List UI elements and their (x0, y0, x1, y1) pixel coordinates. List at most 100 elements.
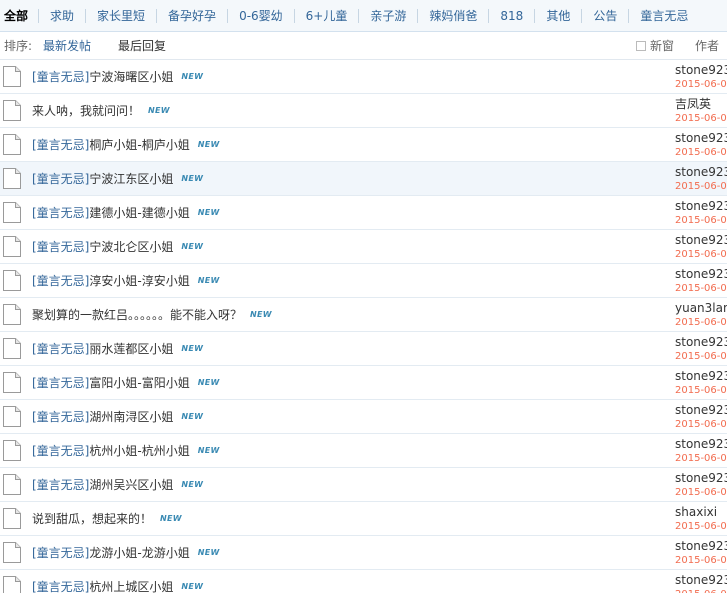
thread-subject-link[interactable]: 湖州吴兴区小姐 (89, 478, 173, 492)
tab-3[interactable]: 备孕好孕 (156, 8, 227, 23)
thread-date: 2015-06-09 (675, 317, 727, 328)
thread-category-link[interactable]: [童言无忌] (32, 342, 89, 356)
thread-subject-link[interactable]: 桐庐小姐-桐庐小姐 (89, 138, 189, 152)
thread-row[interactable]: [童言无忌]湖州南浔区小姐 NEW stone9236 2015-06-09 (0, 400, 727, 434)
thread-row[interactable]: [童言无忌]富阳小姐-富阳小姐 NEW stone9236 2015-06-09 (0, 366, 727, 400)
thread-category-link[interactable]: [童言无忌] (32, 240, 89, 254)
thread-subject-link[interactable]: 宁波江东区小姐 (89, 172, 173, 186)
tab-5[interactable]: 6+儿童 (293, 8, 359, 23)
thread-author-link[interactable]: stone9236 (675, 267, 727, 281)
thread-row[interactable]: [童言无忌]宁波海曙区小姐 NEW stone9236 2015-06-09 (0, 60, 727, 94)
thread-row[interactable]: [童言无忌]宁波北仑区小姐 NEW stone9236 2015-06-09 (0, 230, 727, 264)
thread-author-link[interactable]: stone9236 (675, 233, 727, 247)
thread-row[interactable]: [童言无忌]湖州吴兴区小姐 NEW stone9236 2015-06-09 (0, 468, 727, 502)
thread-category-link[interactable]: [童言无忌] (32, 376, 89, 390)
tab-2[interactable]: 家长里短 (85, 8, 156, 23)
thread-subject-link[interactable]: 杭州上城区小姐 (89, 580, 173, 593)
thread-author-link[interactable]: shaxixi (675, 505, 717, 519)
thread-row[interactable]: [童言无忌]杭州上城区小姐 NEW stone9236 2015-06-09 (0, 570, 727, 593)
document-icon (3, 236, 21, 257)
thread-category-link[interactable]: [童言无忌] (32, 206, 89, 220)
thread-subject-link[interactable]: 建德小姐-建德小姐 (89, 206, 189, 220)
document-icon (3, 542, 21, 563)
thread-subject-link[interactable]: 富阳小姐-富阳小姐 (89, 376, 189, 390)
thread-row[interactable]: [童言无忌]龙游小姐-龙游小姐 NEW stone9236 2015-06-09 (0, 536, 727, 570)
thread-author-link[interactable]: stone9236 (675, 539, 727, 553)
thread-subject-link[interactable]: 淳安小姐-淳安小姐 (89, 274, 189, 288)
thread-subject-link[interactable]: 杭州小姐-杭州小姐 (89, 444, 189, 458)
thread-subject-link[interactable]: 说到甜瓜，想起来的！ (32, 512, 152, 526)
thread-category-link[interactable]: [童言无忌] (32, 274, 89, 288)
thread-category-link[interactable]: [童言无忌] (32, 70, 89, 84)
thread-category-link[interactable]: [童言无忌] (32, 138, 89, 152)
tab-4[interactable]: 0-6婴幼 (227, 8, 294, 23)
thread-subject-link[interactable]: 湖州南浔区小姐 (89, 410, 173, 424)
thread-row[interactable]: 说到甜瓜，想起来的！ NEW shaxixi 2015-06-09 (0, 502, 727, 536)
thread-author-link[interactable]: stone9236 (675, 335, 727, 349)
thread-author-link[interactable]: stone9236 (675, 437, 727, 451)
thread-title: [童言无忌]杭州小姐-杭州小姐 NEW (32, 434, 220, 468)
thread-author-link[interactable]: stone9236 (675, 63, 727, 77)
thread-author-link[interactable]: yuan3lang (675, 301, 727, 315)
tab-8[interactable]: 818 (488, 8, 534, 23)
thread-date: 2015-06-09 (675, 521, 727, 532)
thread-title: [童言无忌]宁波江东区小姐 NEW (32, 162, 203, 196)
thread-category-link[interactable]: [童言无忌] (32, 172, 89, 186)
thread-row[interactable]: [童言无忌]宁波江东区小姐 NEW stone9236 2015-06-09 (0, 162, 727, 196)
thread-subject-link[interactable]: 宁波北仑区小姐 (89, 240, 173, 254)
new-badge: NEW (197, 548, 220, 557)
thread-author-link[interactable]: 吉凤英 (675, 97, 711, 111)
thread-title: [童言无忌]丽水莲都区小姐 NEW (32, 332, 203, 366)
thread-subject-link[interactable]: 宁波海曙区小姐 (89, 70, 173, 84)
thread-row[interactable]: [童言无忌]建德小姐-建德小姐 NEW stone9236 2015-06-09 (0, 196, 727, 230)
thread-category-link[interactable]: [童言无忌] (32, 580, 89, 593)
thread-author-link[interactable]: stone9236 (675, 199, 727, 213)
thread-row[interactable]: [童言无忌]淳安小姐-淳安小姐 NEW stone9236 2015-06-09 (0, 264, 727, 298)
tab-0[interactable]: 全部 (0, 9, 38, 23)
thread-title: [童言无忌]富阳小姐-富阳小姐 NEW (32, 366, 220, 400)
tab-10[interactable]: 公告 (581, 8, 628, 23)
author-column-header: 作者 (695, 39, 720, 53)
thread-subject-link[interactable]: 聚划算的一款红吕。。。。。。能不能入呀？ (32, 308, 242, 322)
thread-category-link[interactable]: [童言无忌] (32, 478, 89, 492)
thread-row[interactable]: 来人呐，我就问问！ NEW 吉凤英 2015-06-09 (0, 94, 727, 128)
thread-category-link[interactable]: [童言无忌] (32, 410, 89, 424)
thread-author-link[interactable]: stone9236 (675, 471, 727, 485)
tab-7[interactable]: 辣妈俏爸 (417, 8, 488, 23)
thread-author-link[interactable]: stone9236 (675, 165, 727, 179)
new-badge: NEW (181, 582, 204, 591)
thread-title: [童言无忌]建德小姐-建德小姐 NEW (32, 196, 220, 230)
thread-row[interactable]: [童言无忌]桐庐小姐-桐庐小姐 NEW stone9236 2015-06-09 (0, 128, 727, 162)
thread-title: [童言无忌]桐庐小姐-桐庐小姐 NEW (32, 128, 220, 162)
thread-author-link[interactable]: stone9236 (675, 573, 727, 587)
thread-row[interactable]: 聚划算的一款红吕。。。。。。能不能入呀？ NEW yuan3lang 2015-06-… (0, 298, 727, 332)
thread-row[interactable]: [童言无忌]丽水莲都区小姐 NEW stone9236 2015-06-09 (0, 332, 727, 366)
thread-author-link[interactable]: stone9236 (675, 403, 727, 417)
thread-category-link[interactable]: [童言无忌] (32, 444, 89, 458)
thread-subject-link[interactable]: 龙游小姐-龙游小姐 (89, 546, 189, 560)
thread-author-link[interactable]: stone9236 (675, 369, 727, 383)
tab-11[interactable]: 童言无忌 (628, 8, 699, 23)
sort-bar: 排序: 最新发帖 最后回复 新窗 作者 (0, 32, 727, 60)
tab-6[interactable]: 亲子游 (358, 8, 417, 23)
thread-date: 2015-06-09 (675, 147, 727, 158)
new-window-toggle[interactable]: 新窗 (636, 32, 674, 60)
new-badge: NEW (197, 446, 220, 455)
thread-row[interactable]: [童言无忌]杭州小姐-杭州小姐 NEW stone9236 2015-06-09 (0, 434, 727, 468)
document-icon (3, 372, 21, 393)
tab-9[interactable]: 其他 (534, 8, 581, 23)
thread-title: [童言无忌]杭州上城区小姐 NEW (32, 570, 203, 593)
thread-subject-link[interactable]: 丽水莲都区小姐 (89, 342, 173, 356)
thread-subject-link[interactable]: 来人呐，我就问问！ (32, 104, 140, 118)
new-window-checkbox[interactable] (636, 41, 646, 51)
new-badge: NEW (181, 412, 204, 421)
new-badge: NEW (160, 514, 182, 523)
thread-category-link[interactable]: [童言无忌] (32, 546, 89, 560)
sort-last-reply-link[interactable]: 最后回复 (118, 32, 166, 60)
thread-date: 2015-06-09 (675, 589, 727, 593)
new-badge: NEW (181, 480, 204, 489)
new-badge: NEW (181, 72, 204, 81)
sort-newest-link[interactable]: 最新发帖 (43, 32, 91, 60)
tab-1[interactable]: 求助 (38, 8, 85, 23)
thread-author-link[interactable]: stone9236 (675, 131, 727, 145)
